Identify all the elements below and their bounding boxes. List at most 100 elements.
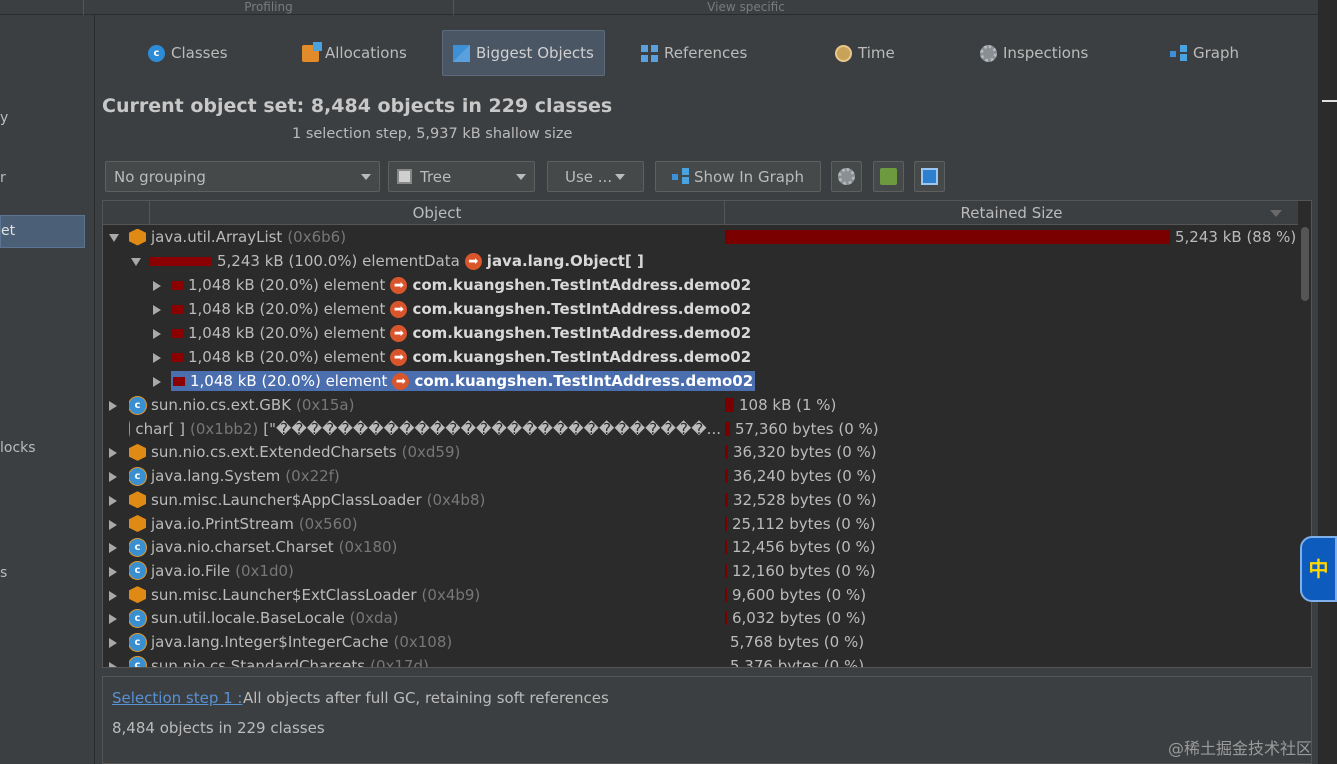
reference-arrow-icon: ➡ bbox=[390, 276, 408, 294]
top-section-strip: Profiling View specific bbox=[0, 0, 1318, 15]
left-item-2[interactable]: r bbox=[0, 170, 6, 186]
print-button[interactable] bbox=[873, 161, 904, 192]
graph-icon bbox=[672, 168, 689, 185]
object-instance-icon bbox=[129, 586, 146, 604]
table-row[interactable]: char[ ] (0x1bb2) ["�����������������������… bbox=[103, 417, 1298, 441]
retained-size-bar bbox=[725, 230, 1170, 244]
selection-step-description: All objects after full GC, retaining sof… bbox=[243, 689, 609, 707]
expand-toggle-icon[interactable] bbox=[109, 401, 117, 411]
export-button[interactable] bbox=[914, 161, 945, 192]
table-row-element[interactable]: 1,048 kB (20.0%) element ➡ com.kuangshen.T… bbox=[103, 345, 1298, 369]
left-item-selected[interactable]: et bbox=[0, 215, 85, 248]
table-row[interactable]: c java.lang.System (0x22f) 36,240 bytes (0 … bbox=[103, 464, 1298, 488]
print-icon bbox=[880, 168, 897, 185]
object-instance-icon bbox=[129, 515, 146, 532]
expand-toggle-icon[interactable] bbox=[153, 377, 161, 387]
collapse-toggle-icon[interactable] bbox=[109, 234, 119, 242]
tab-references[interactable]: References bbox=[631, 30, 757, 76]
tab-classes[interactable]: c Classes bbox=[138, 30, 238, 76]
grouping-dropdown[interactable]: No grouping bbox=[105, 161, 380, 192]
table-row-element[interactable]: 1,048 kB (20.0%) element ➡ com.kuangshen.T… bbox=[103, 297, 1298, 321]
left-item-locks[interactable]: locks bbox=[0, 440, 36, 456]
retained-size-bar bbox=[725, 540, 727, 555]
expand-toggle-icon[interactable] bbox=[109, 519, 117, 530]
expand-toggle-icon[interactable] bbox=[153, 281, 161, 291]
selection-step-link[interactable]: Selection step 1 : bbox=[112, 689, 242, 707]
inspections-icon bbox=[980, 44, 997, 62]
table-row[interactable]: c java.lang.Integer$IntegerCache (0x108) 5,… bbox=[103, 630, 1298, 654]
table-row-element[interactable]: 1,048 kB (20.0%) element ➡ com.kuangshen.T… bbox=[103, 321, 1298, 345]
expand-toggle-icon[interactable] bbox=[109, 566, 117, 577]
current-object-set-subtitle: 1 selection step, 5,937 kB shallow size bbox=[292, 126, 573, 142]
table-row[interactable]: c sun.util.locale.BaseLocale (0xda) 6,032 b… bbox=[103, 606, 1298, 630]
left-item-1[interactable]: y bbox=[0, 110, 8, 126]
class-icon: c bbox=[129, 467, 146, 485]
right-edge-strip bbox=[1318, 0, 1337, 764]
table-row[interactable]: c sun.nio.cs.ext.GBK (0x15a) 108 kB (1 %) bbox=[103, 393, 1298, 417]
biggest-objects-icon bbox=[453, 44, 470, 62]
left-item-5[interactable]: s bbox=[0, 565, 7, 581]
selection-object-count: 8,484 objects in 229 classes bbox=[112, 719, 325, 737]
references-icon bbox=[641, 44, 658, 62]
class-icon: c bbox=[129, 562, 146, 580]
time-icon bbox=[835, 44, 852, 62]
settings-button[interactable] bbox=[831, 161, 862, 192]
use-dropdown-button[interactable]: Use ... bbox=[547, 161, 644, 192]
object-instance-icon bbox=[129, 228, 146, 246]
class-icon: c bbox=[129, 657, 146, 667]
watermark: @稀土掘金技术社区 bbox=[1168, 739, 1313, 758]
table-row[interactable]: c sun.nio.cs.StandardCharsets (0x17d) 5,376… bbox=[103, 654, 1298, 667]
tab-time[interactable]: Time bbox=[825, 30, 905, 76]
table-row[interactable]: sun.misc.Launcher$ExtClassLoader (0x4b9) 9… bbox=[103, 583, 1298, 607]
table-row[interactable]: c java.io.File (0x1d0) 12,160 bytes (0 %) bbox=[103, 559, 1298, 583]
tab-graph[interactable]: Graph bbox=[1160, 30, 1249, 76]
expand-toggle-icon[interactable] bbox=[109, 614, 117, 625]
chevron-down-icon bbox=[361, 174, 371, 180]
view-mode-dropdown[interactable]: Tree bbox=[388, 161, 535, 192]
tab-inspections[interactable]: Inspections bbox=[970, 30, 1098, 76]
tab-biggest-objects[interactable]: Biggest Objects bbox=[442, 30, 605, 76]
column-header-object[interactable]: Object bbox=[149, 201, 724, 225]
reference-arrow-icon: ➡ bbox=[390, 348, 408, 366]
class-icon: c bbox=[129, 538, 146, 556]
reference-arrow-icon: ➡ bbox=[392, 372, 410, 390]
classes-icon: c bbox=[148, 44, 165, 62]
table-row-element[interactable]: 1,048 kB (20.0%) element ➡ com.kuangshen.T… bbox=[103, 273, 1298, 297]
share-bar bbox=[173, 376, 185, 386]
scrollbar-thumb[interactable] bbox=[1301, 227, 1309, 301]
expand-toggle-icon[interactable] bbox=[153, 353, 161, 363]
tab-allocations[interactable]: Allocations bbox=[292, 30, 417, 76]
share-bar bbox=[149, 256, 212, 266]
collapse-toggle-icon[interactable] bbox=[131, 258, 141, 266]
expand-toggle-icon[interactable] bbox=[109, 495, 117, 506]
left-navigation-panel: y r et locks s bbox=[0, 15, 95, 764]
expand-toggle-icon[interactable] bbox=[109, 543, 117, 554]
table-row[interactable]: sun.misc.Launcher$AppClassLoader (0x4b8) 3… bbox=[103, 488, 1298, 512]
expand-toggle-icon[interactable] bbox=[109, 638, 117, 648]
table-row[interactable]: c java.nio.charset.Charset (0x180) 12,456 b… bbox=[103, 535, 1298, 559]
expand-toggle-icon[interactable] bbox=[109, 448, 117, 459]
graph-icon bbox=[1170, 44, 1187, 62]
reference-arrow-icon: ➡ bbox=[390, 300, 408, 318]
expand-toggle-icon[interactable] bbox=[153, 305, 161, 315]
expand-toggle-icon[interactable] bbox=[109, 590, 117, 601]
table-row-root[interactable]: java.util.ArrayList (0x6b6) 5,243 kB (88… bbox=[103, 225, 1298, 249]
class-icon: c bbox=[129, 396, 146, 414]
gear-icon bbox=[838, 168, 855, 185]
expand-toggle-icon[interactable] bbox=[109, 472, 117, 483]
retained-size-bar bbox=[725, 469, 728, 484]
column-header-retained-size[interactable]: Retained Size bbox=[724, 201, 1298, 225]
table-row-elementdata[interactable]: 5,243 kB (100.0%) elementData ➡ java.lan… bbox=[103, 249, 1298, 273]
ime-indicator[interactable]: 中 bbox=[1300, 536, 1337, 602]
reference-arrow-icon: ➡ bbox=[464, 252, 482, 270]
expand-toggle-icon[interactable] bbox=[153, 329, 161, 339]
info-icon bbox=[921, 168, 938, 185]
share-bar bbox=[171, 280, 183, 290]
show-in-graph-button[interactable]: Show In Graph bbox=[655, 161, 821, 192]
section-profiling: Profiling bbox=[83, 0, 453, 15]
retained-size-bar bbox=[725, 611, 727, 626]
table-row-element[interactable]: 1,048 kB (20.0%) element ➡ com.kuangshen.T… bbox=[103, 369, 1298, 393]
table-row[interactable]: java.io.PrintStream (0x560) 25,112 bytes (… bbox=[103, 512, 1298, 536]
expand-toggle-icon[interactable] bbox=[109, 661, 117, 667]
table-row[interactable]: sun.nio.cs.ext.ExtendedCharsets (0xd59) 36… bbox=[103, 440, 1298, 464]
